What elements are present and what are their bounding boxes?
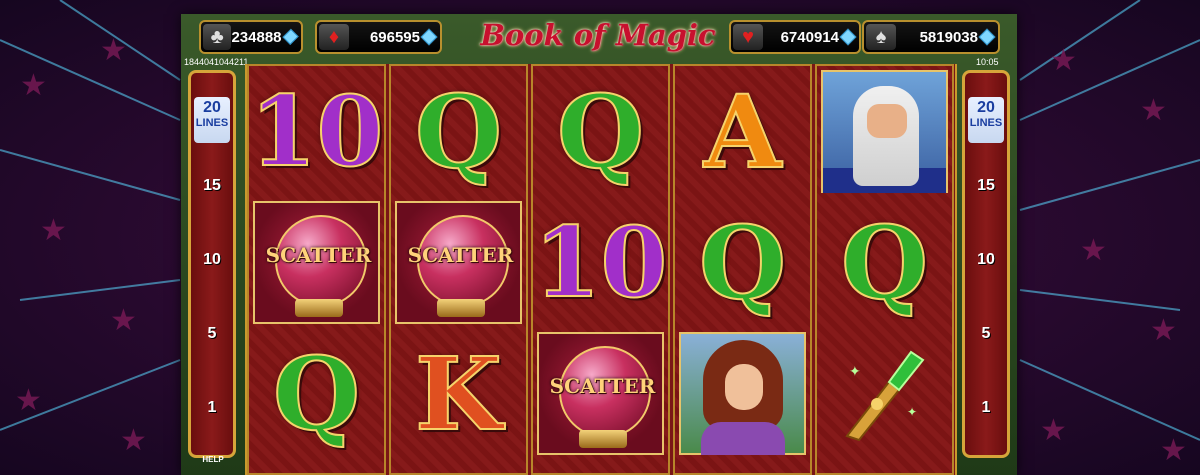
svg-text:★: ★: [15, 383, 42, 418]
symbol-sorceress: [675, 328, 810, 459]
svg-text:★: ★: [40, 213, 67, 248]
symbol-letter: 10: [533, 205, 669, 319]
symbol-q: Q: [817, 197, 952, 328]
jackpot-diamonds: ♦ 696595: [315, 20, 442, 54]
reel-1: 10 SCATTER Q: [247, 64, 386, 475]
jackpot-spades: ♠ 5819038: [862, 20, 1000, 54]
symbol-letter: Q: [840, 203, 929, 322]
scatter-label: SCATTER: [407, 243, 514, 267]
jackpot-hearts: ♥ 6740914: [729, 20, 861, 54]
line-indicator-right: 20 LINES 15 10 5 1: [962, 70, 1010, 458]
symbol-letter: Q: [698, 203, 787, 322]
diamond-gem-icon: [839, 28, 857, 46]
jackpot-value: 234888: [231, 28, 282, 46]
wizard-icon: [821, 70, 948, 193]
reel-5: Q ✦ ✦: [815, 64, 954, 475]
jackpot-bar: ♣ 234888 ♦ 696595 Book of Magic ♥ 674091…: [181, 16, 1017, 56]
svg-text:✦: ✦: [849, 363, 861, 379]
lines-label: LINES: [969, 117, 1003, 129]
lines-count: 20: [203, 99, 221, 116]
symbol-letter: A: [703, 72, 783, 191]
svg-text:✦: ✦: [907, 405, 917, 419]
line-indicator-left: 20 LINES 15 10 5 1: [188, 70, 236, 458]
symbol-a: A: [675, 66, 810, 197]
reel-2: Q SCATTER K: [389, 64, 528, 475]
symbol-letter: 10: [249, 74, 385, 188]
jackpot-value: 5819038: [919, 28, 978, 46]
svg-text:★: ★: [1150, 313, 1177, 348]
line-marker: 15: [977, 177, 995, 194]
crystal-ball-icon: SCATTER: [537, 332, 664, 455]
game-logo: Book of Magic: [480, 18, 716, 52]
diamond-gem-icon: [978, 28, 996, 46]
line-marker: 1: [207, 399, 217, 416]
line-marker: 5: [207, 325, 217, 342]
symbol-letter: Q: [414, 72, 503, 191]
symbol-letter: K: [414, 334, 503, 453]
clock: 10:05: [976, 57, 999, 67]
symbol-q: Q: [391, 66, 526, 197]
line-marker: 10: [203, 251, 221, 268]
symbol-wizard: [817, 66, 952, 197]
symbol-q: Q: [249, 328, 384, 459]
svg-text:★: ★: [120, 423, 147, 458]
jackpot-value: 696595: [369, 28, 420, 46]
symbol-10: 10: [249, 66, 385, 197]
ticket-id: 1844041044211: [184, 57, 249, 67]
symbol-q: Q: [533, 66, 668, 197]
symbol-scatter: SCATTER: [391, 197, 526, 328]
jackpot-clubs: ♣ 234888: [199, 20, 303, 54]
line-marker: 1: [981, 399, 991, 416]
line-marker: 5: [981, 325, 991, 342]
lines-label: LINES: [195, 117, 229, 129]
orb-stand: [579, 430, 627, 448]
woman-face: [725, 364, 763, 410]
hearts-icon: ♥: [733, 24, 763, 50]
svg-text:★: ★: [1040, 413, 1067, 448]
help-button[interactable]: HELP: [197, 455, 229, 464]
orb-stand: [437, 299, 485, 317]
svg-text:★: ★: [1140, 93, 1167, 128]
woman-dress: [701, 422, 785, 455]
symbol-10: 10: [533, 197, 669, 328]
line-marker: 15: [203, 177, 221, 194]
lines-count: 20: [977, 99, 995, 116]
jackpot-value: 6740914: [780, 28, 839, 46]
wizard-skin: [867, 104, 907, 138]
symbol-letter: Q: [556, 72, 645, 191]
scatter-label: SCATTER: [549, 374, 656, 398]
lines-badge[interactable]: 20 LINES: [968, 97, 1004, 143]
svg-text:★: ★: [1160, 433, 1187, 468]
orb-stand: [295, 299, 343, 317]
lines-badge[interactable]: 20 LINES: [194, 97, 230, 143]
svg-text:★: ★: [100, 33, 127, 68]
crystal-ball-icon: SCATTER: [253, 201, 380, 324]
svg-text:★: ★: [110, 303, 137, 338]
diamonds-icon: ♦: [319, 24, 349, 50]
spades-icon: ♠: [866, 24, 896, 50]
reel-area: 10 SCATTER Q Q SCATTER K Q 10 SCATTER A Q Q ✦ ✦: [245, 64, 957, 475]
reel-3: Q 10 SCATTER: [531, 64, 670, 475]
crystal-ball-icon: SCATTER: [395, 201, 522, 324]
reel-4: AQ: [673, 64, 812, 475]
symbol-scatter: SCATTER: [533, 328, 668, 459]
symbol-wand: ✦ ✦: [817, 328, 952, 459]
svg-text:★: ★: [1050, 43, 1077, 78]
symbol-letter: Q: [272, 334, 361, 453]
symbol-k: K: [391, 328, 526, 459]
clubs-icon: ♣: [203, 24, 232, 50]
symbol-q: Q: [675, 197, 810, 328]
symbol-scatter: SCATTER: [249, 197, 384, 328]
line-marker: 10: [977, 251, 995, 268]
scatter-label: SCATTER: [265, 243, 372, 267]
svg-text:★: ★: [1080, 233, 1107, 268]
svg-text:★: ★: [20, 68, 47, 103]
diamond-gem-icon: [420, 28, 438, 46]
magic-wand-icon: ✦✦: [845, 350, 925, 442]
sorceress-icon: [679, 332, 806, 455]
